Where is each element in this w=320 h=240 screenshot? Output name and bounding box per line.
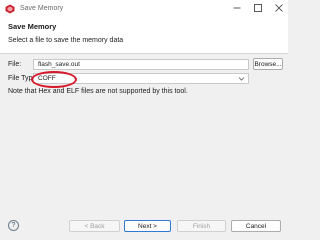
help-icon[interactable]: ? [8, 220, 19, 231]
dialog-description: Select a file to save the memory data [8, 37, 124, 44]
title-bar: Save Memory [0, 0, 288, 17]
next-button[interactable]: Next > [124, 220, 171, 232]
finish-button[interactable]: Finish [177, 220, 226, 232]
browse-button[interactable]: Browse... [253, 58, 283, 70]
file-path-input[interactable]: flash_save.out [33, 59, 249, 70]
cancel-button[interactable]: Cancel [231, 220, 281, 232]
app-logo-icon [5, 4, 15, 14]
minimize-icon[interactable] [232, 3, 242, 13]
dialog-title: Save Memory [8, 22, 57, 31]
maximize-icon[interactable] [253, 3, 263, 13]
red-annotation-ellipse [31, 71, 77, 88]
info-note: Note that Hex and ELF files are not supp… [8, 88, 188, 95]
chevron-down-icon [238, 75, 245, 82]
file-label: File: [8, 61, 22, 68]
close-icon[interactable] [274, 3, 284, 13]
back-button[interactable]: < Back [69, 220, 120, 232]
dialog-header: Save Memory Select a file to save the me… [0, 17, 288, 54]
window-title: Save Memory [20, 5, 64, 12]
